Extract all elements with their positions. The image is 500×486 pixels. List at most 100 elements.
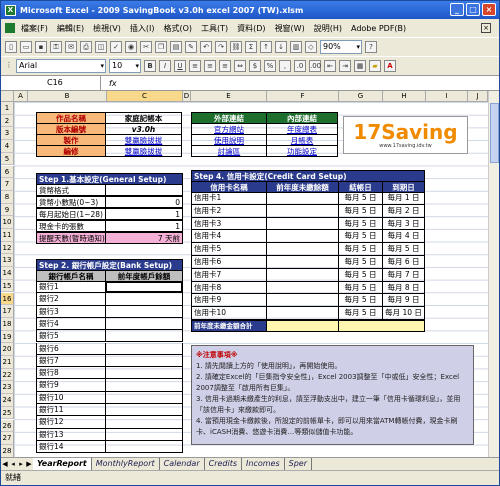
research-icon[interactable]: ◉ (125, 41, 137, 53)
last-sheet-icon[interactable]: ▶ (25, 460, 33, 468)
redo-icon[interactable]: ↷ (215, 41, 227, 53)
permission-icon[interactable]: ⚿ (50, 41, 62, 53)
row-header[interactable]: 4 (1, 140, 14, 153)
card-due-cell[interactable]: 每月 5 日 (382, 243, 425, 256)
increase-indent-icon[interactable]: ⇥ (339, 60, 351, 72)
bank-name-cell[interactable]: 銀行1 (36, 281, 106, 294)
worksheet[interactable]: A B C D E F G H I J 1 2 3 4 5 6 7 8 9 10 11 12 13 14 1… (1, 91, 488, 457)
cut-icon[interactable]: ✂ (140, 41, 152, 53)
card-closing-cell[interactable]: 每月 5 日 (338, 281, 383, 295)
card-closing-cell[interactable]: 每月 5 日 (338, 204, 383, 218)
bank-balance-cell[interactable] (105, 354, 183, 368)
row-header[interactable]: 12 (1, 241, 14, 255)
tab-credits[interactable]: Credits (205, 458, 243, 470)
bank-name-cell[interactable]: 銀行3 (36, 305, 106, 318)
17saving-logo[interactable]: 17Saving www.17saving.idv.tw (343, 116, 468, 154)
row-header[interactable]: 1 (1, 102, 14, 115)
card-name-cell[interactable]: 信用卡10 (191, 307, 267, 320)
menu-format[interactable]: 格式(O) (163, 23, 192, 34)
link-forum[interactable]: 討論區 (191, 145, 267, 157)
spelling-icon[interactable]: ✓ (110, 41, 122, 53)
card-name-cell[interactable]: 信用卡8 (191, 281, 267, 295)
currency-icon[interactable]: $ (249, 60, 261, 72)
card-balance-cell[interactable] (266, 217, 339, 231)
card-name-cell[interactable]: 信用卡1 (191, 192, 267, 205)
print-icon[interactable]: ⎙ (80, 41, 92, 53)
row-header[interactable]: 18 (1, 317, 14, 331)
card-name-cell[interactable]: 信用卡4 (191, 230, 267, 244)
bank-balance-cell[interactable] (105, 379, 183, 392)
bank-name-cell[interactable]: 銀行13 (36, 428, 106, 441)
col-header-f[interactable]: F (267, 91, 339, 102)
row-header[interactable]: 13 (1, 254, 14, 268)
align-center-icon[interactable]: ≡ (204, 60, 216, 72)
link-settings[interactable]: 功能設定 (266, 145, 338, 157)
increase-decimal-icon[interactable]: .0 (294, 60, 306, 72)
col-header-i[interactable]: I (426, 91, 468, 102)
save-icon[interactable]: ▪ (35, 41, 47, 53)
bank-name-cell[interactable]: 銀行9 (36, 379, 106, 392)
col-header-h[interactable]: H (383, 91, 426, 102)
bank-balance-cell[interactable] (105, 367, 183, 380)
comma-icon[interactable]: , (279, 60, 291, 72)
drawing-icon[interactable]: ◇ (305, 41, 317, 53)
tab-yearreport[interactable]: YearReport (33, 458, 92, 470)
card-name-cell[interactable]: 信用卡7 (191, 268, 267, 282)
card-name-cell[interactable]: 信用卡2 (191, 204, 267, 218)
maximize-button[interactable]: □ (466, 3, 480, 16)
hyperlink-icon[interactable]: ⛓ (230, 41, 242, 53)
bank-name-cell[interactable]: 銀行14 (36, 440, 106, 454)
card-balance-cell[interactable] (266, 294, 339, 308)
card-closing-cell[interactable]: 每月 5 日 (338, 268, 383, 282)
row-header[interactable]: 17 (1, 305, 14, 318)
bold-icon[interactable]: B (144, 60, 156, 72)
card-closing-cell[interactable]: 每月 5 日 (338, 307, 383, 320)
menu-view[interactable]: 檢視(V) (93, 23, 121, 34)
bank-name-cell[interactable]: 銀行11 (36, 404, 106, 417)
bank-balance-cell[interactable] (105, 428, 183, 441)
row-header[interactable]: 20 (1, 343, 14, 356)
card-due-cell[interactable]: 每月 8 日 (382, 281, 425, 295)
col-header-a[interactable]: A (14, 91, 28, 102)
card-balance-cell[interactable] (266, 256, 339, 269)
card-due-cell[interactable]: 每月 7 日 (382, 268, 425, 282)
help-icon[interactable]: ? (365, 41, 377, 53)
row-header[interactable]: 5 (1, 152, 14, 166)
bank-balance-cell[interactable] (105, 330, 183, 343)
step1-value[interactable] (105, 184, 183, 196)
name-box[interactable]: C16 (1, 76, 101, 90)
undo-icon[interactable]: ↶ (200, 41, 212, 53)
bank-balance-cell[interactable] (105, 391, 183, 404)
merge-center-icon[interactable]: ⇔ (234, 60, 246, 72)
row-header[interactable]: 26 (1, 419, 14, 433)
scroll-thumb[interactable] (490, 103, 499, 163)
card-closing-cell[interactable]: 每月 5 日 (338, 217, 383, 231)
row-header[interactable]: 23 (1, 381, 14, 395)
card-closing-cell[interactable]: 每月 5 日 (338, 294, 383, 308)
italic-icon[interactable]: I (159, 60, 171, 72)
row-header[interactable]: 14 (1, 267, 14, 280)
open-icon[interactable]: ▭ (20, 41, 32, 53)
sort-desc-icon[interactable]: ↓ (275, 41, 287, 53)
menu-tools[interactable]: 工具(T) (201, 23, 228, 34)
card-due-cell[interactable]: 每月 6 日 (382, 256, 425, 269)
first-sheet-icon[interactable]: ◀ (1, 460, 9, 468)
decrease-indent-icon[interactable]: ⇤ (324, 60, 336, 72)
card-due-cell[interactable]: 每月 3 日 (382, 217, 425, 231)
align-right-icon[interactable]: ≡ (219, 60, 231, 72)
col-header-d[interactable]: D (183, 91, 191, 102)
row-header[interactable]: 3 (1, 127, 14, 141)
bank-name-cell[interactable]: 銀行6 (36, 342, 106, 355)
card-balance-cell[interactable] (266, 230, 339, 244)
underline-icon[interactable]: U (174, 60, 186, 72)
card-closing-cell[interactable]: 每月 5 日 (338, 243, 383, 256)
col-header-c[interactable]: C (107, 91, 183, 102)
bank-name-cell[interactable]: 銀行7 (36, 354, 106, 368)
col-header-b[interactable]: B (28, 91, 107, 102)
bank-balance-cell[interactable] (105, 416, 183, 429)
card-closing-cell[interactable]: 每月 5 日 (338, 230, 383, 244)
row-header[interactable]: 10 (1, 216, 14, 229)
next-sheet-icon[interactable]: ▸ (17, 460, 25, 468)
card-balance-cell[interactable] (266, 268, 339, 282)
row-header[interactable]: 9 (1, 203, 14, 217)
